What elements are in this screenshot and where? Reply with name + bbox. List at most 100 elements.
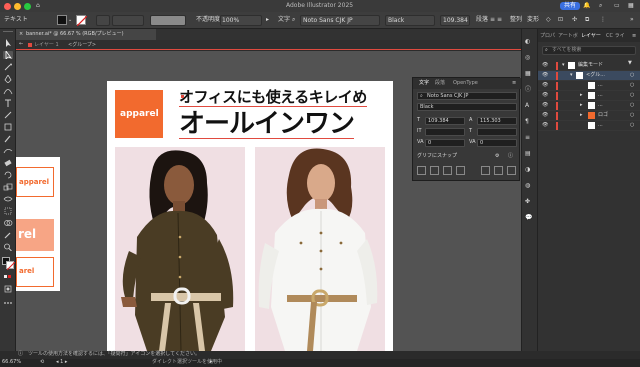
tab-cc-libraries[interactable]: CC ライ [606, 34, 625, 39]
target-icon[interactable]: ○ [630, 93, 634, 98]
share-button[interactable]: 共有 [560, 2, 581, 10]
tab-layers[interactable]: レイヤー [581, 34, 601, 39]
model-photo-right[interactable] [255, 147, 385, 351]
eye-icon[interactable]: 👁 [542, 83, 548, 88]
tab-artboards[interactable]: アートボ [558, 34, 578, 39]
side-artboard[interactable]: apparel rel arel [16, 157, 60, 291]
link-icon[interactable]: ⧉ [585, 17, 589, 23]
layer-row[interactable]: 👁 ▸... ○ [538, 91, 640, 101]
selection-handle[interactable] [181, 95, 184, 98]
chevron-right-icon[interactable]: ▸ [580, 93, 583, 98]
tracking-input[interactable]: 0 [477, 139, 517, 147]
character-icon[interactable]: A [525, 103, 535, 112]
snap-angular-icon[interactable] [481, 166, 490, 175]
chevron-down-icon[interactable]: ⌄ [68, 18, 72, 23]
magic-wand-tool-icon[interactable] [3, 63, 13, 71]
transform-label[interactable]: 変形 [527, 17, 539, 23]
breadcrumb-group[interactable]: <グループ> [68, 43, 96, 48]
line-tool-icon[interactable] [3, 111, 13, 119]
logo-outline-box-2[interactable]: arel [16, 257, 54, 287]
tab-properties[interactable]: プロパ [540, 34, 555, 39]
eye-icon[interactable]: 👁 [542, 93, 548, 98]
search-icon[interactable]: ⌕ [599, 3, 602, 9]
stroke-swatch[interactable] [76, 15, 87, 26]
paintbrush-tool-icon[interactable] [3, 135, 13, 143]
variable-width-field[interactable] [112, 15, 144, 26]
arrange-icon[interactable]: ▦ [628, 3, 634, 9]
snap-settings-icon[interactable]: ⚙ [495, 154, 499, 159]
align-center-icon[interactable]: ≡ [497, 17, 502, 23]
status-menu-icon[interactable]: ▸ [210, 360, 213, 365]
logo-fill-box[interactable]: rel [16, 219, 54, 251]
workspace-icon[interactable]: ▭ [614, 3, 620, 9]
shape-builder-tool-icon[interactable] [3, 219, 13, 227]
align-label[interactable]: 整列 [510, 17, 522, 23]
close-window-button[interactable] [4, 3, 11, 10]
fill-swatch[interactable] [57, 15, 67, 25]
opacity-label[interactable]: 不透明度 [196, 17, 220, 23]
minimize-window-button[interactable] [14, 3, 21, 10]
document-tab[interactable]: × banner.ai* @ 66.67 % (RGB/プレビュー) [16, 29, 156, 40]
para-label[interactable]: 段落 [476, 17, 488, 23]
type-tool-icon[interactable] [3, 99, 13, 107]
style-icon[interactable]: ▸ [266, 17, 269, 23]
eraser-tool-icon[interactable] [3, 159, 13, 167]
eye-icon[interactable]: 👁 [542, 113, 548, 118]
notification-icon[interactable]: 🔔 [583, 3, 590, 9]
help-icon[interactable]: ⓘ [18, 352, 23, 357]
snap-baseline-icon[interactable] [417, 166, 426, 175]
panel-menu-icon[interactable]: ⋮ [600, 17, 606, 23]
font-style-field[interactable]: Black [385, 15, 435, 26]
transparency-icon[interactable]: ◑ [525, 167, 535, 176]
snap-extra-icon[interactable] [507, 166, 516, 175]
edit-toolbar-icon[interactable] [3, 299, 13, 307]
symbols-icon[interactable]: ✤ [525, 199, 535, 208]
info-icon[interactable]: ⓘ [525, 87, 535, 96]
font-family-field[interactable]: Noto Sans CJK JP [300, 15, 380, 26]
paragraph-icon[interactable]: ¶ [525, 119, 535, 128]
font-size-field[interactable]: 109.384 [440, 15, 470, 26]
chevron-down-icon[interactable]: ▾ [562, 63, 565, 68]
panel-menu-icon[interactable]: ≡ [632, 34, 636, 39]
vertical-scale-input[interactable] [425, 128, 465, 136]
eye-icon[interactable]: 👁 [542, 73, 548, 78]
eyedropper-tool-icon[interactable] [3, 231, 13, 239]
model-photo-left[interactable] [115, 147, 245, 351]
appearance-icon[interactable]: ◍ [525, 183, 535, 192]
layer-row[interactable]: 👁 ▾ <グル... ○ [538, 71, 640, 81]
curvature-tool-icon[interactable] [3, 87, 13, 95]
rotate-tool-icon[interactable] [3, 171, 13, 179]
free-transform-tool-icon[interactable] [3, 207, 13, 215]
toolbar-grip[interactable] [3, 31, 13, 33]
swatches-icon[interactable]: ▦ [525, 71, 535, 80]
font-family-select[interactable]: ⌕ Noto Sans CJK JP [417, 92, 517, 100]
target-icon[interactable]: ○ [630, 103, 634, 108]
artboard-nav[interactable]: ◂ 1 ▸ [56, 360, 67, 365]
snap-anchor-icon[interactable] [494, 166, 503, 175]
chevron-down-icon[interactable]: ▾ [570, 73, 573, 78]
zoom-tool-icon[interactable] [3, 243, 13, 251]
kerning-input[interactable]: 0 [425, 139, 465, 147]
swap-colors-icon[interactable] [3, 273, 13, 281]
headline-small[interactable]: オフィスにも使えるキレイめ [179, 90, 367, 107]
align-left-icon[interactable]: ≡ [490, 17, 495, 23]
chevron-right-icon[interactable]: » [630, 17, 634, 23]
pen-tool-icon[interactable] [3, 75, 13, 83]
comments-icon[interactable]: 💬 [525, 215, 535, 224]
eye-icon[interactable]: 👁 [542, 63, 548, 68]
close-tab-icon[interactable]: × [19, 32, 23, 37]
tab-character[interactable]: 文字 [419, 81, 429, 86]
tab-opentype[interactable]: OpenType [453, 81, 478, 86]
zoom-level[interactable]: 66.67% [2, 360, 21, 365]
panel-menu-icon[interactable]: ≡ [512, 81, 516, 86]
properties-icon[interactable]: ◐ [525, 39, 535, 48]
layer-row[interactable]: 👁... ○ [538, 81, 640, 91]
shaper-tool-icon[interactable] [3, 147, 13, 155]
snap-glyph-bounds-icon[interactable] [443, 166, 452, 175]
scale-tool-icon[interactable] [3, 183, 13, 191]
layer-row[interactable]: 👁... ○ [538, 121, 640, 131]
font-style-select[interactable]: Black [417, 103, 517, 111]
target-icon[interactable]: ○ [630, 123, 634, 128]
stroke-weight-field[interactable] [96, 15, 110, 26]
back-arrow-icon[interactable]: ← [19, 42, 23, 47]
